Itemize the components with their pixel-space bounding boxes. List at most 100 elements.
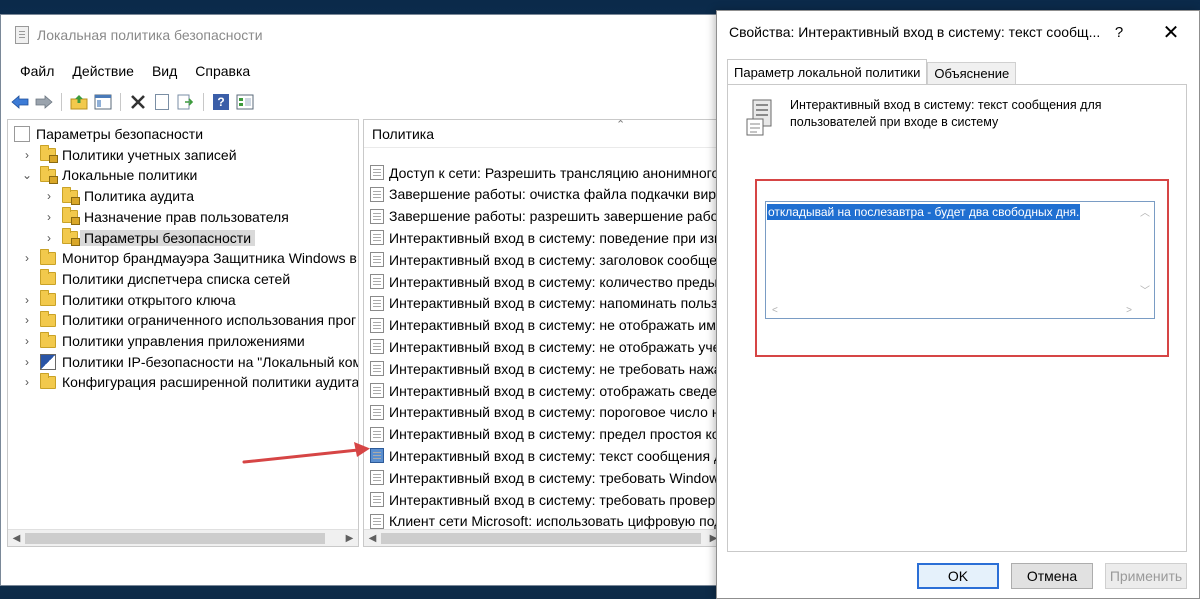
tab-explanation[interactable]: Объяснение bbox=[927, 62, 1017, 84]
tree-item-label: Политики диспетчера списка сетей bbox=[62, 270, 291, 287]
tree-panel: Параметры безопасности › Политики учетных … bbox=[7, 119, 359, 547]
chevron-right-icon[interactable]: › bbox=[20, 355, 34, 369]
tree-item[interactable]: › Политики ограниченного использования пр… bbox=[20, 310, 356, 330]
policy-row[interactable]: Интерактивный вход в систему: заголовок … bbox=[370, 249, 722, 270]
tree-item-label: Параметры безопасности bbox=[36, 126, 204, 142]
policy-icon bbox=[370, 404, 384, 420]
no-expander bbox=[20, 272, 34, 286]
policy-row[interactable]: Интерактивный вход в систему: не требова… bbox=[370, 358, 722, 379]
delete-icon[interactable] bbox=[127, 91, 149, 113]
tree-item[interactable]: › Политики учетных записей bbox=[20, 145, 237, 165]
chevron-right-icon[interactable]: › bbox=[20, 334, 34, 348]
tree-item[interactable]: Политики диспетчера списка сетей bbox=[20, 269, 290, 289]
chevron-right-icon[interactable]: › bbox=[20, 251, 34, 265]
policy-label: Завершение работы: разрешить завершение … bbox=[389, 208, 723, 225]
policy-row[interactable]: Интерактивный вход в систему: пороговое … bbox=[370, 402, 723, 423]
policy-row[interactable]: Интерактивный вход в систему: требовать … bbox=[370, 489, 722, 510]
chevron-right-icon[interactable]: › bbox=[20, 313, 34, 327]
view-icon[interactable] bbox=[234, 91, 256, 113]
chevron-right-icon[interactable]: › bbox=[42, 231, 56, 245]
export-icon[interactable] bbox=[175, 91, 197, 113]
policy-row[interactable]: Интерактивный вход в систему: напоминать… bbox=[370, 293, 722, 314]
tree-item[interactable]: › Политики управления приложениями bbox=[20, 331, 305, 351]
policy-icon bbox=[370, 295, 384, 311]
tree-horizontal-scrollbar[interactable]: ◀ ▶ bbox=[8, 529, 358, 546]
ip-security-icon bbox=[40, 353, 56, 370]
policy-icon bbox=[370, 339, 384, 355]
tree-item-label: Параметры безопасности bbox=[80, 229, 256, 246]
folder-icon bbox=[62, 186, 80, 205]
policy-label: Интерактивный вход в систему: текст сооб… bbox=[389, 447, 723, 464]
scroll-up-icon[interactable]: ︿ bbox=[1140, 204, 1150, 219]
policy-icon bbox=[370, 470, 384, 486]
scroll-right-icon[interactable]: ▶ bbox=[341, 530, 358, 546]
policy-row[interactable]: Завершение работы: разрешить завершение … bbox=[370, 206, 723, 227]
scroll-left-icon[interactable]: ◀ bbox=[364, 530, 381, 546]
scroll-left-icon[interactable]: < bbox=[772, 305, 778, 316]
tree-item[interactable]: › Конфигурация расширенной политики аудит… bbox=[20, 372, 358, 392]
apply-button[interactable]: Применить bbox=[1105, 563, 1187, 589]
policy-label: Доступ к сети: Разрешить трансляцию анон… bbox=[389, 164, 720, 181]
folder-icon bbox=[40, 331, 56, 348]
policy-row[interactable]: Завершение работы: очистка файла подкачк… bbox=[370, 184, 722, 205]
policy-label: Интерактивный вход в систему: требовать … bbox=[389, 469, 723, 486]
tree-item[interactable]: › Монитор брандмауэра Защитника Windows в… bbox=[20, 248, 358, 268]
scroll-thumb[interactable] bbox=[381, 533, 701, 544]
policy-row[interactable]: Интерактивный вход в систему: не отображ… bbox=[370, 336, 722, 357]
policy-label: Интерактивный вход в систему: предел про… bbox=[389, 426, 723, 443]
policy-row[interactable]: Интерактивный вход в систему: требовать … bbox=[370, 467, 723, 488]
chevron-right-icon[interactable]: › bbox=[20, 293, 34, 307]
security-policy-app-icon bbox=[15, 26, 29, 44]
policy-row[interactable]: Интерактивный вход в систему: поведение … bbox=[370, 227, 722, 248]
policy-label: Интерактивный вход в систему: пороговое … bbox=[389, 404, 723, 421]
folder-icon bbox=[40, 269, 56, 286]
policy-row[interactable]: Интерактивный вход в систему: отображать… bbox=[370, 380, 722, 401]
policy-row[interactable]: Интерактивный вход в систему: не отображ… bbox=[370, 315, 722, 336]
up-folder-icon[interactable] bbox=[68, 91, 90, 113]
chevron-right-icon[interactable]: › bbox=[20, 148, 34, 162]
policy-row[interactable]: Интерактивный вход в систему: текст сооб… bbox=[370, 445, 723, 466]
title-bar: Локальная политика безопасности bbox=[15, 23, 263, 47]
policy-label: Интерактивный вход в систему: количество… bbox=[389, 273, 723, 290]
menu-action[interactable]: Действие bbox=[63, 61, 143, 83]
tree-item[interactable]: › Назначение прав пользователя bbox=[42, 207, 289, 227]
logon-message-textarea[interactable]: откладывай на послезавтра - будет два св… bbox=[765, 201, 1155, 319]
scroll-thumb[interactable] bbox=[25, 533, 325, 544]
tree-item[interactable]: ⌄ Локальные политики bbox=[20, 165, 197, 185]
policy-row[interactable]: Интерактивный вход в систему: количество… bbox=[370, 271, 723, 292]
forward-arrow-icon[interactable] bbox=[33, 91, 55, 113]
toolbar-separator bbox=[203, 93, 204, 111]
chevron-right-icon[interactable]: › bbox=[42, 189, 56, 203]
column-header-label: Политика bbox=[372, 125, 434, 142]
folder-icon bbox=[40, 248, 56, 265]
scroll-left-icon[interactable]: ◀ bbox=[8, 530, 25, 546]
menu-help[interactable]: Справка bbox=[186, 61, 259, 83]
logon-message-text: откладывай на послезавтра - будет два св… bbox=[767, 204, 1081, 220]
chevron-right-icon[interactable]: › bbox=[20, 375, 34, 389]
tree-item[interactable]: › Параметры безопасности bbox=[42, 228, 256, 248]
policy-row[interactable]: Интерактивный вход в систему: предел про… bbox=[370, 424, 723, 445]
tree-item[interactable]: › Политика аудита bbox=[42, 186, 194, 206]
tree-item[interactable]: Параметры безопасности bbox=[14, 124, 203, 144]
tree-item[interactable]: › Политики открытого ключа bbox=[20, 290, 236, 310]
properties-icon[interactable] bbox=[151, 91, 173, 113]
scroll-down-icon[interactable]: ﹀ bbox=[1140, 282, 1150, 297]
chevron-down-icon[interactable]: ⌄ bbox=[20, 168, 34, 182]
scroll-right-icon[interactable]: > bbox=[1126, 305, 1132, 316]
show-tree-icon[interactable] bbox=[92, 91, 114, 113]
column-header-policy[interactable]: Политика ⌃ bbox=[364, 120, 722, 148]
help-button[interactable]: ? bbox=[1109, 21, 1129, 43]
help-icon[interactable]: ? bbox=[210, 91, 232, 113]
tree-item[interactable]: › Политики IP-безопасности на "Локальный … bbox=[20, 352, 358, 372]
menu-file[interactable]: Файл bbox=[11, 61, 63, 83]
cancel-button[interactable]: Отмена bbox=[1011, 563, 1093, 589]
back-arrow-icon[interactable] bbox=[9, 91, 31, 113]
menu-view[interactable]: Вид bbox=[143, 61, 186, 83]
chevron-right-icon[interactable]: › bbox=[42, 210, 56, 224]
list-horizontal-scrollbar[interactable]: ◀ ▶ bbox=[364, 529, 722, 546]
close-icon[interactable]: ✕ bbox=[1159, 19, 1183, 45]
tab-local-policy-setting[interactable]: Параметр локальной политики bbox=[727, 59, 928, 85]
ok-button[interactable]: OK bbox=[917, 563, 999, 589]
toolbar-separator bbox=[61, 93, 62, 111]
policy-row[interactable]: Доступ к сети: Разрешить трансляцию анон… bbox=[370, 162, 719, 183]
